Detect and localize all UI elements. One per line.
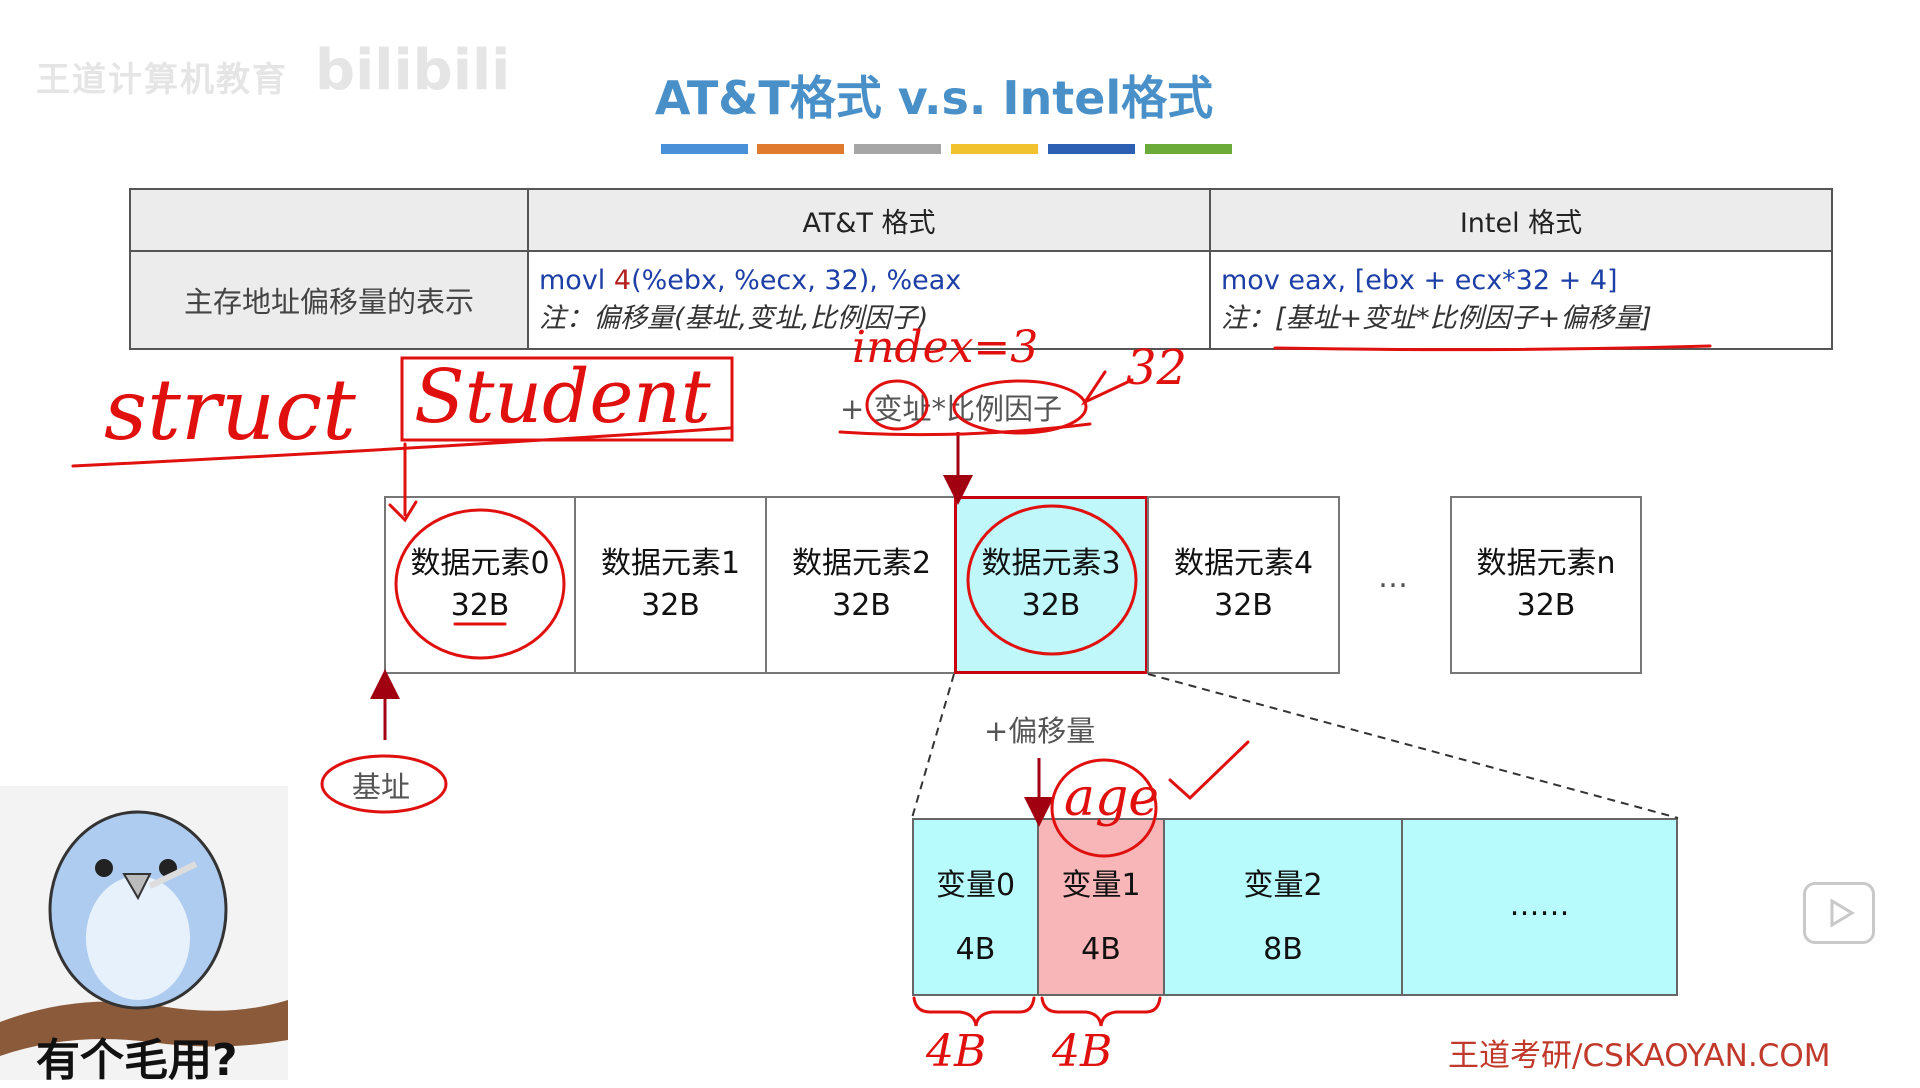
scale-arrow xyxy=(1080,370,1134,406)
brand-text: 王道考研/CSKAOYAN.COM xyxy=(1448,1038,1831,1074)
play-button[interactable] xyxy=(1803,882,1875,944)
brace-4b-a xyxy=(912,996,1036,1027)
handwritten-struct: struct xyxy=(104,361,356,459)
circle-element0 xyxy=(394,508,566,660)
handwritten-index: index=3 xyxy=(852,322,1039,373)
circle-base xyxy=(320,754,448,814)
underline-index-label xyxy=(838,422,1092,437)
handwritten-scale: 32 xyxy=(1126,340,1188,396)
play-icon xyxy=(1830,898,1855,928)
circle-element3 xyxy=(966,504,1138,656)
brace-4b-b xyxy=(1040,996,1162,1027)
handwritten-size-b: 4B xyxy=(1052,1026,1113,1077)
underline-intel-note xyxy=(1273,344,1712,352)
zoom-line-left xyxy=(911,673,955,819)
handwritten-student: Student xyxy=(414,354,711,440)
zoom-line-right xyxy=(1147,673,1679,819)
checkmark xyxy=(1168,740,1250,801)
handwritten-size-a: 4B xyxy=(926,1026,987,1077)
bird-eye-left xyxy=(95,859,113,877)
handwritten-age: age xyxy=(1064,768,1160,828)
meme-caption: 有个毛用? xyxy=(36,1035,238,1086)
circle-scale xyxy=(952,379,1088,435)
diagram-lines xyxy=(71,344,1712,1027)
circle-index xyxy=(865,379,929,431)
student-arrowhead xyxy=(388,500,418,523)
